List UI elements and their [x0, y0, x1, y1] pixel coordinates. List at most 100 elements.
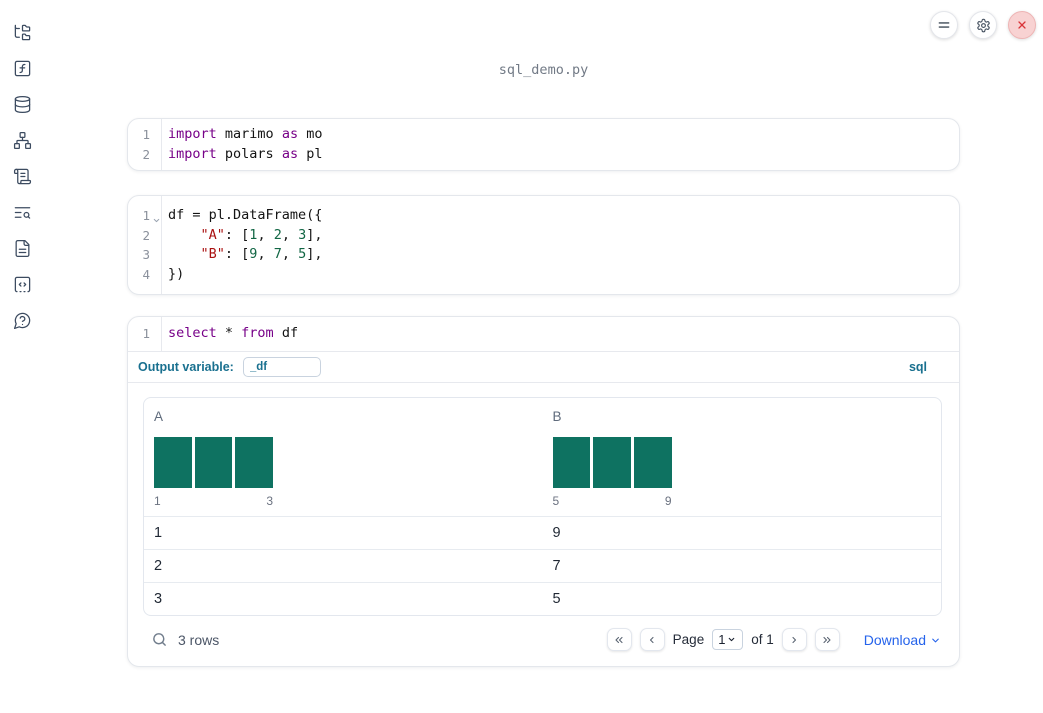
table-cell: 5 [552, 590, 561, 607]
gutter-divider [161, 317, 162, 351]
search-icon[interactable] [151, 631, 168, 648]
code-line[interactable]: 1 df = pl.DataFrame({ [128, 206, 959, 226]
code-cell-imports[interactable]: 1 import marimo as mo 2 import polars as pl [127, 118, 960, 171]
column-name: A [154, 408, 164, 424]
dependency-graph-icon[interactable] [13, 131, 32, 150]
line-number: 1 [142, 326, 150, 341]
chevron-left-icon [650, 636, 654, 643]
page-of-label: of 1 [751, 632, 774, 647]
line-number: 2 [142, 227, 150, 243]
code-line[interactable]: 1 select * from df [128, 324, 959, 344]
sidebar [0, 0, 44, 713]
row-count: 3 rows [178, 631, 220, 648]
page-select-value: 1 [718, 632, 726, 647]
line-number: 1 [128, 206, 161, 226]
notebook: sql_demo.py 1 import marimo as mo 2 import … [127, 0, 960, 667]
table-footer: 3 rows Page 1 of 1 Download [143, 616, 942, 664]
table-of-contents-search-icon[interactable] [13, 203, 32, 222]
language-badge: sql [908, 359, 927, 374]
column-name: B [552, 408, 562, 424]
output-variable-input[interactable] [242, 356, 321, 377]
table-cell: 3 [154, 590, 163, 607]
code-line[interactable]: 2 import polars as pl [128, 145, 959, 165]
chevrons-left-icon [615, 636, 623, 643]
datasources-database-icon[interactable] [13, 95, 32, 114]
next-page-button[interactable] [781, 628, 807, 651]
code-text: import marimo as mo [168, 126, 323, 142]
column-histogram: 1 3 [154, 436, 274, 508]
page-select[interactable]: 1 [712, 629, 744, 650]
pagination: Page 1 of 1 Download [606, 628, 941, 651]
histogram-bar [552, 436, 591, 488]
code-editor[interactable]: 1 import marimo as mo 2 import polars as pl [128, 125, 959, 164]
scratchpad-function-icon[interactable] [13, 59, 32, 78]
code-text: }) [168, 265, 185, 282]
chevron-down-icon [932, 638, 939, 643]
sql-editor[interactable]: 1 select * from df [128, 317, 959, 352]
settings-gear-icon [976, 18, 990, 32]
code-cell-dataframe[interactable]: 1 df = pl.DataFrame({2 "A": [1, 2, 3], 3 "… [127, 195, 960, 295]
notebook-filename[interactable]: sql_demo.py [127, 62, 960, 78]
histogram-min-label: 1 [154, 493, 161, 508]
dataframe-table: A 1 3 B 5 9 1 9 2 7 3 5 [143, 396, 942, 616]
histogram-max-label: 9 [664, 493, 672, 508]
histogram-bar [235, 436, 274, 488]
chevron-right-icon [792, 636, 797, 643]
histogram-bar [593, 436, 631, 488]
shutdown-button[interactable] [1008, 11, 1036, 39]
code-text: "A": [1, 2, 3], [200, 226, 323, 243]
table-output: A 1 3 B 5 9 1 9 2 7 3 5 3 rows Page 1 of… [128, 383, 959, 666]
column-header-a[interactable]: A 1 3 [144, 398, 543, 516]
line-number: 1 [142, 127, 150, 142]
table-header: A 1 3 B 5 9 [144, 398, 941, 516]
code-line[interactable]: 3 "B": [9, 7, 5], [128, 245, 959, 265]
column-header-b[interactable]: B 5 9 [543, 398, 942, 516]
line-number: 4 [142, 266, 150, 282]
line-number: 3 [142, 247, 150, 262]
table-row: 35 [144, 581, 941, 615]
output-variable-label: Output variable: [138, 359, 234, 374]
code-line[interactable]: 1 import marimo as mo [128, 125, 959, 145]
page-label: Page [672, 632, 705, 647]
histogram-bar [154, 436, 192, 488]
table-row: 27 [144, 548, 941, 582]
table-row: 19 [144, 515, 941, 549]
first-page-button[interactable] [606, 628, 632, 651]
download-label: Download [863, 631, 926, 648]
last-page-button[interactable] [814, 628, 840, 651]
table-body: 192735 [144, 515, 941, 615]
histogram-max-label: 3 [266, 493, 273, 508]
chevrons-right-icon [823, 636, 831, 643]
code-line[interactable]: 4}) [128, 265, 959, 285]
help-question-bubble-icon[interactable] [13, 311, 32, 330]
code-text: "B": [9, 7, 5], [200, 246, 323, 262]
line-number: 2 [142, 146, 150, 162]
output-variable-row: Output variable: sql [128, 352, 959, 383]
table-cell: 9 [552, 524, 561, 541]
chevron-down-icon [729, 637, 735, 642]
gutter-divider [161, 196, 162, 294]
histogram-bar [633, 436, 672, 488]
code-text: df = pl.DataFrame({ [168, 207, 323, 223]
previous-page-button[interactable] [639, 628, 665, 651]
shutdown-close-icon [1018, 21, 1026, 29]
code-text: select * from df [168, 325, 299, 341]
download-button[interactable]: Download [864, 632, 941, 648]
code-editor[interactable]: 1 df = pl.DataFrame({2 "A": [1, 2, 3], 3 "… [128, 206, 959, 284]
table-cell: 2 [154, 557, 163, 574]
code-text: import polars as pl [168, 145, 323, 162]
fold-chevron-icon[interactable] [152, 211, 161, 223]
histogram-min-label: 5 [552, 493, 560, 508]
code-line[interactable]: 2 "A": [1, 2, 3], [128, 226, 959, 246]
gutter-divider [161, 119, 162, 170]
sql-cell: 1 select * from df Output variable: sql A… [127, 316, 960, 667]
documentation-file-icon[interactable] [13, 239, 32, 258]
table-cell: 7 [552, 557, 561, 574]
logs-scroll-icon[interactable] [13, 167, 32, 186]
file-explorer-tree-icon[interactable] [13, 23, 32, 42]
table-cell: 1 [154, 524, 163, 541]
snippets-code-icon[interactable] [13, 275, 32, 294]
settings-button[interactable] [969, 11, 997, 39]
histogram-bar [194, 436, 233, 488]
column-histogram: 5 9 [552, 436, 672, 508]
